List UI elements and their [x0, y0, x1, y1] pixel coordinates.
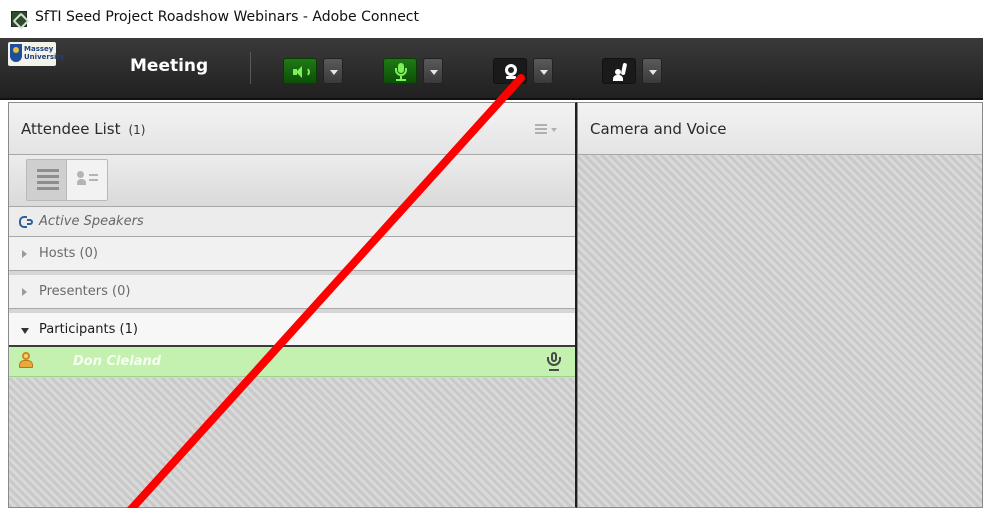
speaker-icon: [293, 65, 310, 79]
section-hosts[interactable]: Hosts (0): [9, 237, 575, 271]
massey-university-logo: Massey University: [8, 42, 64, 66]
list-view-icon: [37, 169, 59, 190]
window-title: SfTI Seed Project Roadshow Webinars - Ad…: [35, 9, 419, 25]
pod-options-icon[interactable]: [535, 124, 557, 134]
participant-icon: [18, 352, 34, 370]
camera-pod-title: Camera and Voice: [590, 120, 727, 138]
meeting-toolbar: Massey University Meeting: [0, 38, 983, 100]
meeting-menu[interactable]: Meeting: [130, 56, 208, 76]
status-control: [602, 58, 662, 84]
attendee-list-pod: Attendee List (1) Active Speakers Hosts (…: [8, 102, 577, 508]
attendee-row[interactable]: Don Cleland: [9, 347, 575, 377]
section-participants[interactable]: Participants (1): [9, 313, 575, 347]
adobe-connect-icon: [11, 11, 27, 27]
microphone-dropdown[interactable]: [423, 58, 443, 84]
section-label: Participants (1): [39, 322, 138, 337]
webcam-icon: [504, 64, 518, 80]
user-view-icon: [77, 169, 99, 189]
raise-hand-button[interactable]: [602, 58, 636, 84]
window-title-bar: SfTI Seed Project Roadshow Webinars - Ad…: [0, 0, 983, 38]
active-speakers-row: Active Speakers: [9, 207, 575, 237]
microphone-icon: [395, 63, 407, 81]
attendee-list-title: Attendee List: [21, 120, 121, 138]
speaker-dropdown[interactable]: [323, 58, 343, 84]
attendee-pod-header: Attendee List (1): [9, 103, 575, 155]
section-label: Presenters (0): [39, 284, 131, 299]
speaker-button[interactable]: [283, 58, 317, 84]
camera-pod-header: Camera and Voice: [578, 103, 982, 155]
crest-icon: [10, 44, 22, 62]
attendee-list-empty-area: [9, 378, 575, 507]
attendee-count: (1): [128, 123, 146, 137]
list-view-button[interactable]: [27, 160, 68, 200]
camera-area: [578, 155, 982, 507]
active-speakers-label: Active Speakers: [39, 214, 144, 229]
view-mode-bar: [9, 155, 575, 207]
expand-icon: [22, 250, 27, 258]
status-dropdown[interactable]: [642, 58, 662, 84]
expand-icon: [22, 288, 27, 296]
speaker-control: [283, 58, 343, 84]
raise-hand-icon: [613, 62, 629, 81]
webcam-control: [493, 58, 553, 84]
active-speaker-icon: [19, 214, 35, 230]
view-toggle: [26, 159, 108, 201]
microphone-control: [383, 58, 443, 84]
section-label: Hosts (0): [39, 246, 98, 261]
attendee-name: Don Cleland: [73, 354, 162, 369]
logo-text: Massey University: [24, 45, 65, 61]
microphone-button[interactable]: [383, 58, 417, 84]
user-view-button[interactable]: [67, 160, 107, 200]
collapse-icon: [21, 328, 29, 334]
webcam-button[interactable]: [493, 58, 527, 84]
microphone-icon: [547, 352, 561, 372]
camera-and-voice-pod: Camera and Voice: [577, 102, 983, 508]
pod-title: Attendee List (1): [21, 120, 145, 138]
webcam-dropdown[interactable]: [533, 58, 553, 84]
toolbar-divider: [250, 52, 251, 84]
section-presenters[interactable]: Presenters (0): [9, 275, 575, 309]
